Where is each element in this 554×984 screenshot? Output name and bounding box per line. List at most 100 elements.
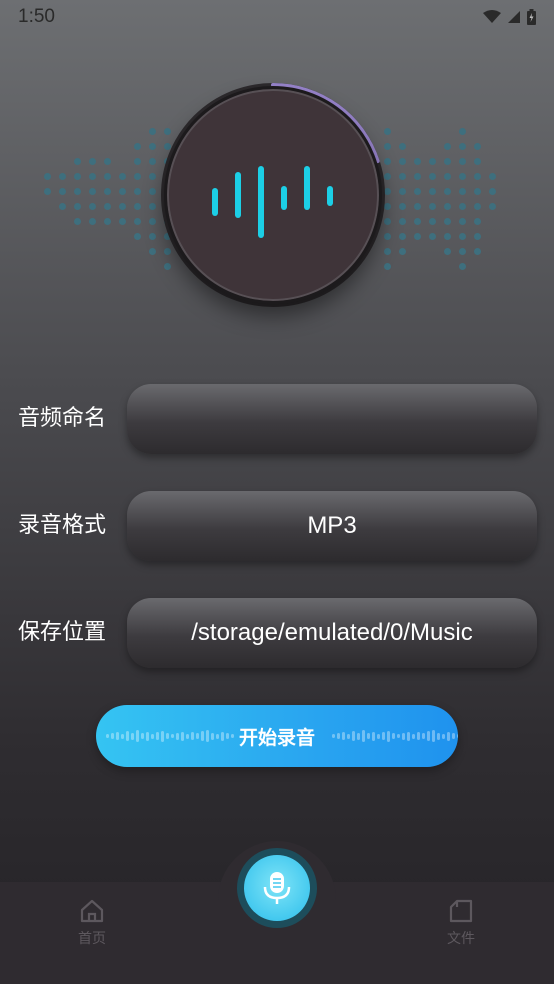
location-label: 保存位置 xyxy=(18,620,107,645)
location-row: 保存位置 /storage/emulated/0/Music xyxy=(0,598,554,668)
wave-dot xyxy=(429,158,436,165)
wave-tick xyxy=(417,732,420,740)
wave-tick xyxy=(422,733,425,739)
wave-tick xyxy=(131,732,134,740)
wave-dot xyxy=(399,218,406,225)
wave-tick xyxy=(412,733,415,739)
wave-dot xyxy=(414,203,421,210)
wave-dot xyxy=(474,248,481,255)
wave-dot xyxy=(474,173,481,180)
wave-tick xyxy=(171,734,174,738)
status-icons xyxy=(483,9,536,25)
wave-dot xyxy=(134,158,141,165)
wave-dot xyxy=(429,218,436,225)
wave-dot xyxy=(459,218,466,225)
wave-tick xyxy=(181,731,184,741)
wave-dot xyxy=(119,203,126,210)
wave-dot xyxy=(149,188,156,195)
wave-tick xyxy=(106,734,109,738)
wave-tick xyxy=(226,733,229,739)
status-time: 1:50 xyxy=(18,6,55,27)
wave-tick xyxy=(141,733,144,739)
wave-dot xyxy=(89,173,96,180)
wave-dot xyxy=(459,158,466,165)
wave-dot xyxy=(429,203,436,210)
wave-dot xyxy=(59,188,66,195)
wave-dot xyxy=(149,128,156,135)
wave-dot xyxy=(399,173,406,180)
start-recording-button[interactable]: 开始录音 xyxy=(96,705,458,767)
status-bar: 1:50 xyxy=(0,0,554,34)
name-input[interactable] xyxy=(127,384,537,454)
wave-dot xyxy=(149,143,156,150)
format-select[interactable]: MP3 xyxy=(127,491,537,561)
wave-dot xyxy=(414,233,421,240)
wave-dot xyxy=(489,188,496,195)
wave-tick xyxy=(221,731,224,741)
home-icon xyxy=(80,899,104,923)
wave-dot xyxy=(444,143,451,150)
wave-tick xyxy=(176,732,179,740)
wave-dot xyxy=(399,188,406,195)
wave-dot xyxy=(459,188,466,195)
wave-dot xyxy=(149,218,156,225)
wave-tick xyxy=(392,733,395,739)
wave-tick xyxy=(161,730,164,742)
wave-tick xyxy=(357,732,360,740)
wave-tick xyxy=(367,733,370,739)
wave-dot xyxy=(104,218,111,225)
cellular-icon xyxy=(508,11,520,23)
wave-dot xyxy=(74,188,81,195)
wave-dot xyxy=(399,158,406,165)
wave-dot xyxy=(149,233,156,240)
wifi-icon xyxy=(483,10,501,23)
wave-dot xyxy=(149,248,156,255)
wave-dot xyxy=(489,203,496,210)
wave-dot xyxy=(104,158,111,165)
wave-tick xyxy=(156,732,159,740)
wave-dot xyxy=(89,218,96,225)
wave-tick xyxy=(382,732,385,740)
wave-dot xyxy=(134,188,141,195)
wave-dot xyxy=(89,203,96,210)
wave-dot xyxy=(104,173,111,180)
record-tab-button-inner xyxy=(244,855,310,921)
wave-dot xyxy=(134,173,141,180)
wave-tick xyxy=(166,733,169,739)
wave-dot xyxy=(414,173,421,180)
wave-dot xyxy=(459,233,466,240)
location-field[interactable]: /storage/emulated/0/Music xyxy=(127,598,537,668)
wave-dot xyxy=(399,233,406,240)
wave-dot xyxy=(89,158,96,165)
record-tab-button[interactable] xyxy=(237,848,317,928)
wave-dot xyxy=(414,188,421,195)
wave-dot xyxy=(119,188,126,195)
wave-tick xyxy=(146,731,149,741)
wave-dot xyxy=(489,173,496,180)
tab-home-label: 首页 xyxy=(78,931,106,947)
wave-tick xyxy=(186,733,189,739)
wave-tick xyxy=(211,732,214,740)
wave-tick xyxy=(347,733,350,739)
wave-dot xyxy=(414,218,421,225)
tab-files[interactable]: 文件 xyxy=(421,898,501,954)
wave-tick xyxy=(452,733,455,739)
wave-dot xyxy=(444,233,451,240)
tab-home[interactable]: 首页 xyxy=(52,898,132,954)
wave-dot xyxy=(149,173,156,180)
wave-dot xyxy=(134,233,141,240)
wave-dot xyxy=(444,188,451,195)
wave-tick xyxy=(116,732,119,740)
wave-dot xyxy=(429,188,436,195)
name-label: 音频命名 xyxy=(18,406,107,431)
wave-dot xyxy=(74,158,81,165)
wave-tick xyxy=(362,730,365,742)
name-field[interactable] xyxy=(127,384,537,454)
wave-tick xyxy=(432,730,435,742)
wave-dot xyxy=(474,203,481,210)
wave-dot xyxy=(474,188,481,195)
wave-tick xyxy=(427,731,430,741)
wave-tick xyxy=(201,731,204,741)
wave-tick xyxy=(206,730,209,742)
wave-dot xyxy=(459,173,466,180)
